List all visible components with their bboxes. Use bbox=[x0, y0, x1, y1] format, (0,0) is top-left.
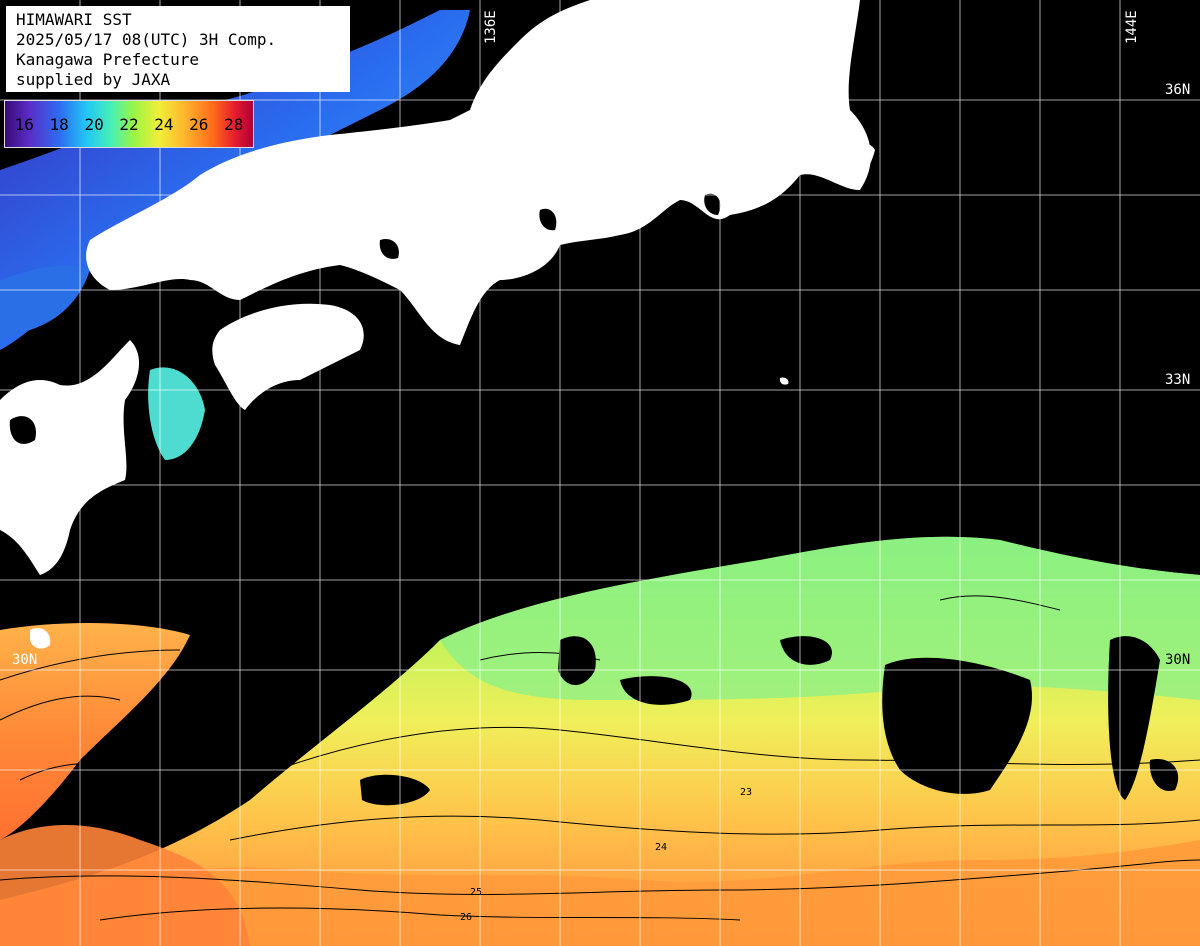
lon-label-144e: 144E bbox=[1124, 10, 1140, 44]
contour-label: 25 bbox=[470, 887, 482, 898]
lon-label-136e: 136E bbox=[483, 10, 499, 44]
legend-label: 20 bbox=[84, 114, 104, 134]
sst-green-band bbox=[440, 536, 1200, 700]
sst-map: 23 24 25 26 136E 144E 36N 33N 30N 30N HI… bbox=[0, 0, 1200, 946]
contour-label: 23 bbox=[740, 787, 752, 798]
contour-label: 24 bbox=[655, 842, 667, 853]
title-line: Kanagawa Prefecture bbox=[16, 50, 200, 69]
legend-label: 26 bbox=[189, 114, 209, 134]
legend-labels: 16 18 20 22 24 26 28 bbox=[12, 115, 247, 134]
legend-label: 16 bbox=[14, 114, 34, 134]
lat-label-30n: 30N bbox=[12, 652, 38, 668]
land bbox=[0, 0, 875, 649]
lat-label-33n: 33N bbox=[1165, 372, 1191, 388]
title-box: HIMAWARI SST 2025/05/17 08(UTC) 3H Comp.… bbox=[6, 6, 350, 92]
contour-label: 26 bbox=[460, 912, 472, 923]
temperature-legend: 16 18 20 22 24 26 28 bbox=[4, 100, 254, 148]
sst-blue-coast bbox=[0, 265, 90, 340]
legend-label: 22 bbox=[119, 114, 139, 134]
legend-label: 24 bbox=[154, 114, 174, 134]
lat-label-36n: 36N bbox=[1165, 82, 1191, 98]
legend-label: 28 bbox=[224, 114, 244, 134]
sst-cyan-patch bbox=[148, 367, 205, 460]
legend-label: 18 bbox=[49, 114, 69, 134]
title-line: 2025/05/17 08(UTC) 3H Comp. bbox=[16, 30, 277, 49]
lat-label-30n-right: 30N bbox=[1165, 652, 1191, 668]
title-line: HIMAWARI SST bbox=[16, 10, 132, 29]
title-line: supplied by JAXA bbox=[16, 70, 171, 89]
